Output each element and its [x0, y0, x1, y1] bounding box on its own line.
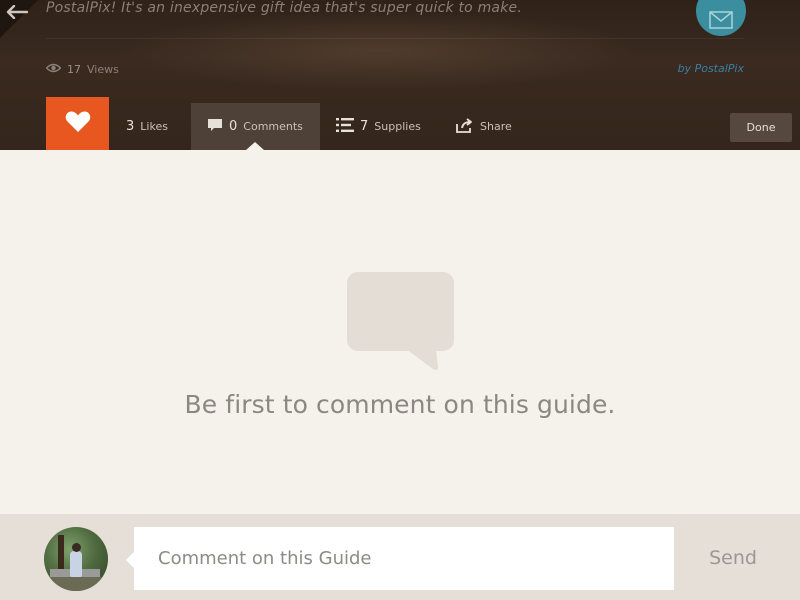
share-label: Share [480, 120, 512, 133]
comment-icon [207, 118, 223, 135]
views-count: 17 [67, 62, 81, 76]
mail-icon[interactable] [696, 0, 746, 36]
likes-stat[interactable]: 3 Likes [126, 103, 168, 150]
list-icon [336, 118, 354, 135]
guide-description: PostalPix! It's an inexpensive gift idea… [46, 0, 522, 16]
author-byline[interactable]: by PostalPix [678, 62, 744, 75]
comments-label: Comments [243, 120, 303, 133]
empty-state-message: Be first to comment on this guide. [184, 390, 616, 419]
supplies-count: 7 [360, 119, 369, 134]
header-background [120, 10, 640, 90]
user-avatar [44, 527, 108, 591]
views-label: Views [87, 62, 119, 76]
done-button[interactable]: Done [730, 113, 792, 142]
comments-count: 0 [229, 119, 238, 134]
likes-count: 3 [126, 119, 135, 134]
share-icon [456, 117, 474, 136]
heart-icon [65, 110, 91, 137]
likes-label: Likes [140, 120, 168, 133]
share-button[interactable]: Share [456, 103, 512, 150]
header-divider [46, 38, 744, 39]
eye-icon [45, 63, 62, 76]
like-button[interactable] [46, 97, 109, 150]
back-arrow-icon[interactable] [6, 4, 30, 24]
send-button[interactable]: Send [700, 540, 766, 576]
comment-bubble-icon [346, 271, 456, 377]
views-counter: 17 Views [45, 60, 119, 78]
tab-supplies[interactable]: 7 Supplies [336, 103, 421, 150]
active-tab-caret [246, 142, 264, 150]
supplies-label: Supplies [374, 120, 421, 133]
comment-input[interactable] [134, 527, 674, 590]
